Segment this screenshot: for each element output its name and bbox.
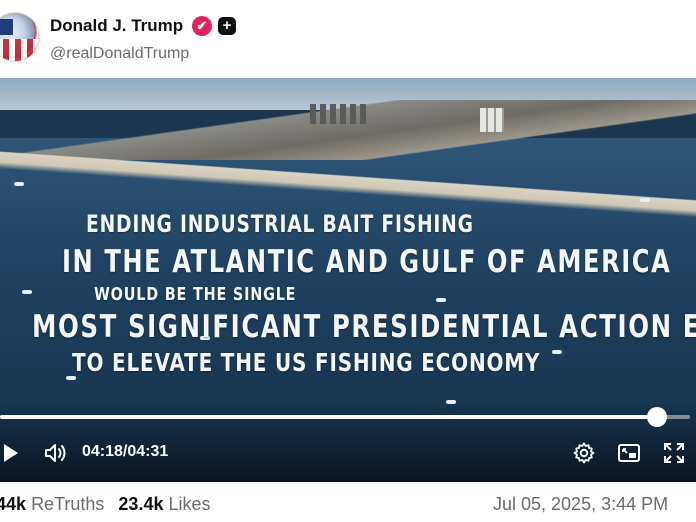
likes-stat[interactable]: 23.4k Likes [118,494,210,514]
play-icon[interactable] [4,444,18,462]
fullscreen-icon[interactable] [662,441,686,465]
video-buildings [310,104,370,124]
boat [14,182,24,186]
progress-thumb[interactable] [646,407,667,427]
retruths-label: ReTruths [31,494,105,514]
progress-bar[interactable] [0,415,690,419]
boat [640,198,650,202]
plus-badge-icon: + [218,17,236,35]
video-time: 04:18/04:31 [82,443,168,461]
total-time: 04:31 [127,443,169,460]
author-handle[interactable]: @realDonaldTrump [50,45,189,63]
avatar-flag-stripes [0,39,39,61]
current-time: 04:18 [82,443,123,460]
retruths-stat[interactable]: 44k ReTruths [0,494,104,514]
boat [22,290,32,294]
video-player[interactable]: ENDING INDUSTRIAL BAIT FISHING IN THE AT… [0,78,696,482]
likes-label: Likes [168,494,211,514]
video-caption-line: IN THE ATLANTIC AND GULF OF AMERICA [62,244,672,280]
picture-in-picture-icon[interactable] [617,442,641,464]
retruths-count: 44k [0,494,27,514]
video-buildings [480,108,504,132]
post-stats: 44k ReTruths 23.4k Likes [0,494,211,515]
author-name[interactable]: Donald J. Trump [50,16,183,36]
avatar[interactable] [0,12,40,62]
volume-icon[interactable] [44,442,68,464]
verified-badge-icon: ✔ [192,16,212,36]
video-caption-line: WOULD BE THE SINGLE [94,284,297,305]
video-caption-line: TO ELEVATE THE US FISHING ECONOMY [72,348,541,377]
likes-count: 23.4k [118,494,164,514]
avatar-flag-canton [0,19,13,35]
gear-icon[interactable] [572,441,596,465]
video-caption-line: ENDING INDUSTRIAL BAIT FISHING [86,210,474,238]
video-caption-line: MOST SIGNIFICANT PRESIDENTIAL ACTION EVE… [32,309,696,345]
post-timestamp[interactable]: Jul 05, 2025, 3:44 PM [493,494,668,515]
progress-fill [0,415,657,419]
